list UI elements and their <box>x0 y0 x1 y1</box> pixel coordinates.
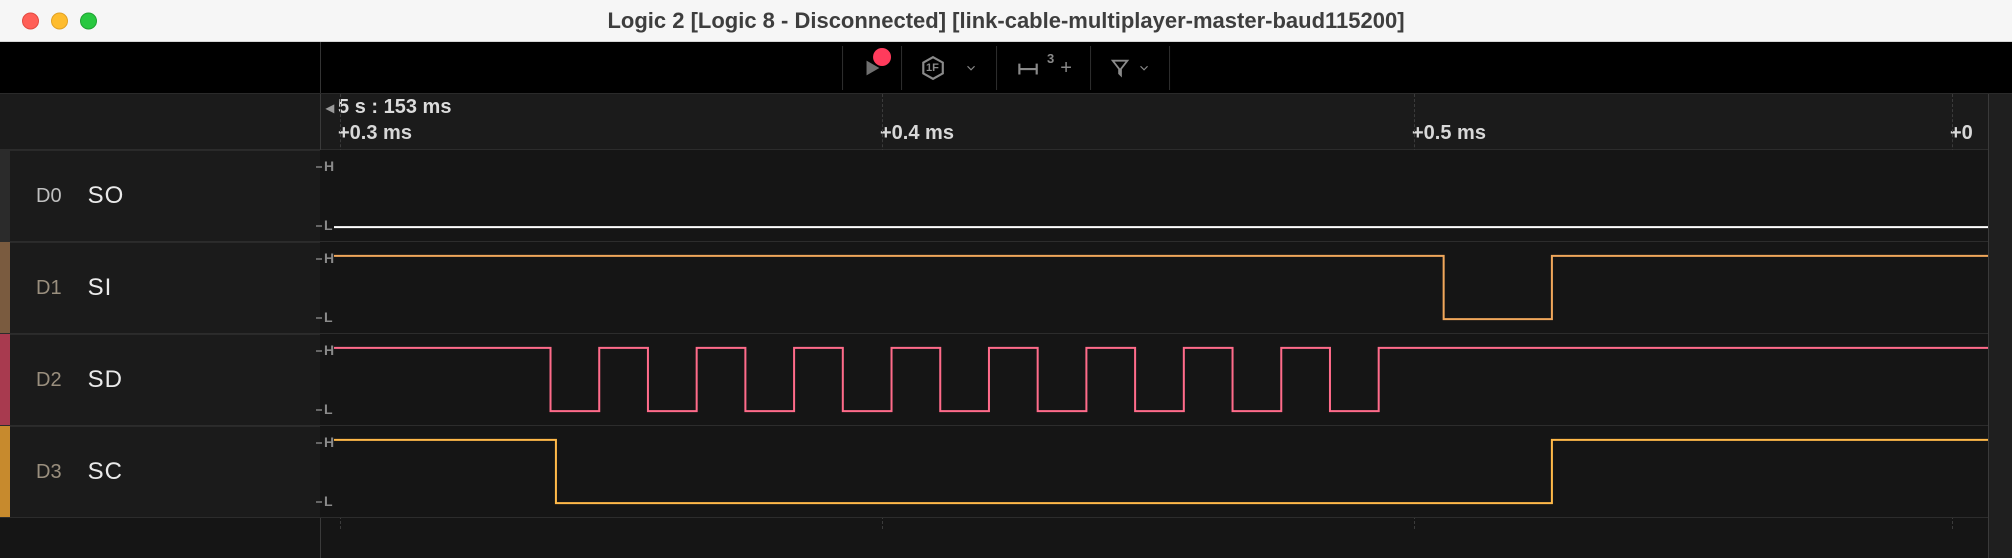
window-controls <box>22 12 97 29</box>
level-low: L <box>324 309 330 325</box>
app-body: 1F 3 + <box>0 42 2012 558</box>
channel-color-strip <box>0 150 10 241</box>
time-anchor: 5 s : 153 ms <box>326 96 451 119</box>
vertical-scrollbar[interactable] <box>1988 94 2012 558</box>
level-markers: H L <box>320 342 326 417</box>
level-markers: H L <box>320 434 326 509</box>
window-title: Logic 2 [Logic 8 - Disconnected] [link-c… <box>0 8 2012 34</box>
level-low: L <box>324 401 330 417</box>
channel-row[interactable]: D1 SI H L <box>0 242 2012 334</box>
channel-color-strip <box>0 426 10 517</box>
channel-index: D2 <box>36 369 62 392</box>
channel-list: D0 SO H L D1 SI H L D2 SD <box>0 150 2012 518</box>
channel-gutter[interactable]: D0 SO <box>10 150 320 241</box>
protocol-analyzer-button[interactable]: 1F <box>901 46 996 90</box>
window-titlebar: Logic 2 [Logic 8 - Disconnected] [link-c… <box>0 0 2012 42</box>
channel-index: D0 <box>36 185 62 208</box>
channel-index: D1 <box>36 277 62 300</box>
waveform <box>334 426 2012 517</box>
level-high: H <box>324 250 330 266</box>
waveform-area[interactable]: H L <box>320 426 2012 517</box>
channel-color-strip <box>0 334 10 425</box>
waveform <box>334 150 2012 241</box>
waveform-area[interactable]: H L <box>320 242 2012 333</box>
channel-gutter[interactable]: D2 SD <box>10 334 320 425</box>
timing-icon <box>1015 55 1041 81</box>
close-window-button[interactable] <box>22 12 39 29</box>
channel-row[interactable]: D2 SD H L <box>0 334 2012 426</box>
filter-button[interactable] <box>1090 46 1170 90</box>
channel-gutter[interactable]: D1 SI <box>10 242 320 333</box>
zoom-window-button[interactable] <box>80 12 97 29</box>
level-high: H <box>324 342 330 358</box>
channel-gutter[interactable]: D3 SC <box>10 426 320 517</box>
waveform-area[interactable]: H L <box>320 334 2012 425</box>
record-icon <box>873 48 891 66</box>
minimize-window-button[interactable] <box>51 12 68 29</box>
time-ruler[interactable]: 5 s : 153 ms +0.3 ms +0.4 ms +0.5 ms +0 <box>0 94 2012 150</box>
play-record-button[interactable] <box>842 46 901 90</box>
channel-name: SI <box>88 274 113 302</box>
time-tick-label: +0.3 ms <box>338 122 412 145</box>
level-markers: H L <box>320 250 326 325</box>
level-high: H <box>324 434 330 450</box>
time-tick-label: +0.5 ms <box>1412 122 1486 145</box>
chevron-down-icon <box>1137 61 1151 75</box>
plus-icon: + <box>1060 57 1072 80</box>
protocol-label: 1F <box>926 62 939 74</box>
waveform <box>334 334 2012 425</box>
top-strip: 1F 3 + <box>0 42 2012 94</box>
timing-marker-button[interactable]: 3 + <box>996 46 1090 90</box>
channel-index: D3 <box>36 461 62 484</box>
channel-row[interactable]: D0 SO H L <box>0 150 2012 242</box>
level-markers: H L <box>320 158 326 233</box>
channel-color-strip <box>0 242 10 333</box>
funnel-icon <box>1109 57 1131 79</box>
time-tick-label: +0 <box>1950 122 1973 145</box>
level-low: L <box>324 217 330 233</box>
level-low: L <box>324 493 330 509</box>
channel-name: SC <box>88 458 123 486</box>
chevron-down-icon <box>964 61 978 75</box>
center-toolbar: 1F 3 + <box>842 46 1170 90</box>
channel-name: SO <box>88 182 125 210</box>
waveform <box>334 242 2012 333</box>
timing-count: 3 <box>1047 51 1054 66</box>
channel-name: SD <box>88 366 123 394</box>
channel-row[interactable]: D3 SC H L <box>0 426 2012 518</box>
time-tick-label: +0.4 ms <box>880 122 954 145</box>
waveform-area[interactable]: H L <box>320 150 2012 241</box>
level-high: H <box>324 158 330 174</box>
